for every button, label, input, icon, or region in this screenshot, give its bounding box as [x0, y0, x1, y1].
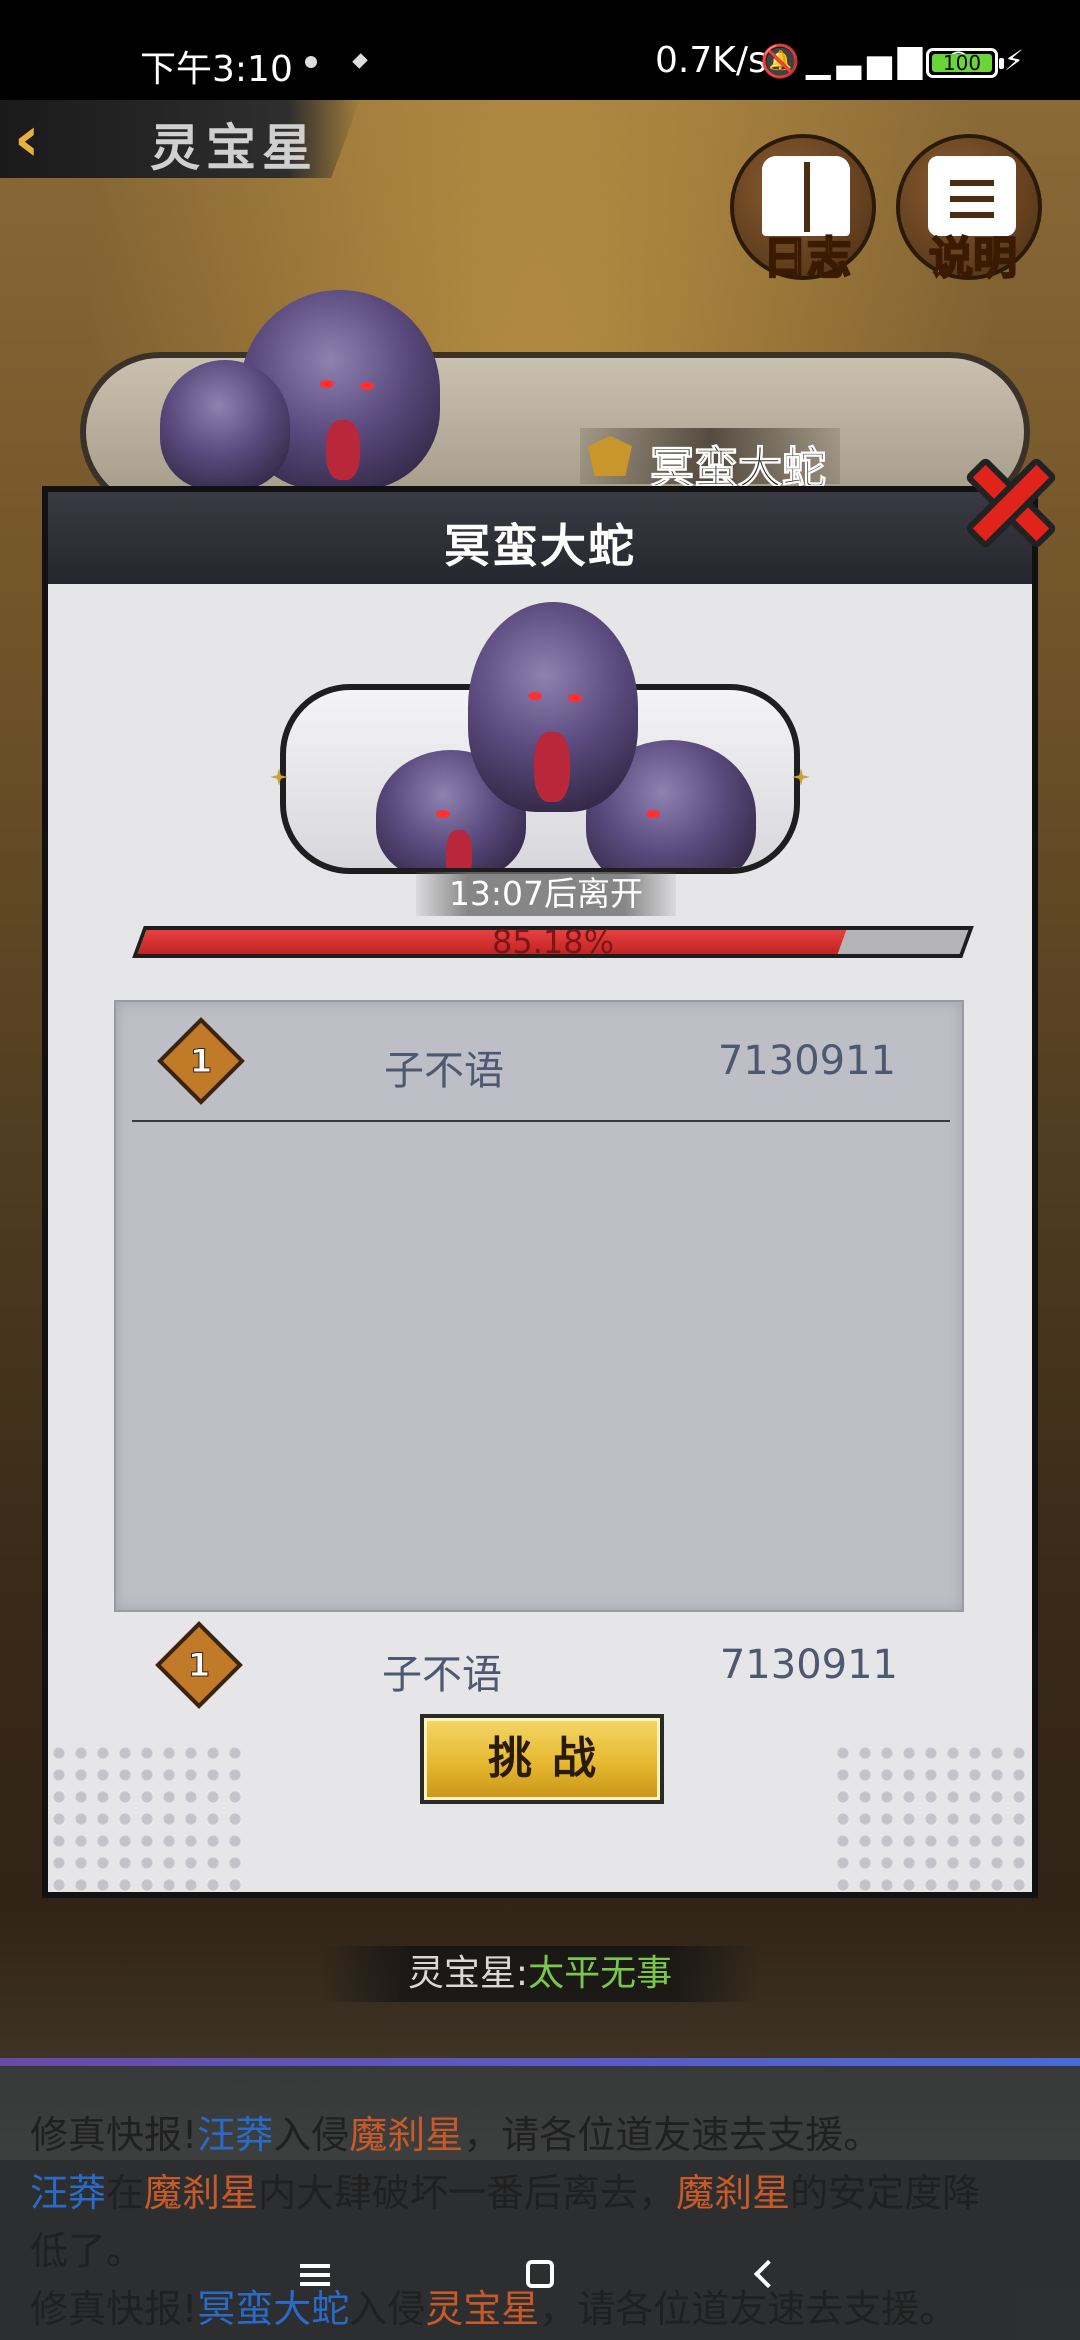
news-player-name: 汪莽: [30, 2171, 107, 2215]
serpent-head-center: [468, 602, 638, 812]
boss-modal: 冥蛮大蛇 13:07后离开 85.18% 1 子不语 7130911 1 子不语: [42, 486, 1038, 1898]
log-button[interactable]: 日志: [730, 134, 876, 285]
modal-title: 冥蛮大蛇: [444, 519, 636, 573]
close-button[interactable]: [952, 444, 1070, 562]
status-bar: 下午3:10 0.7K/s 🔕▁▃▅▇ ◠ 100 ⚡: [0, 0, 1080, 100]
rank-list[interactable]: 1 子不语 7130911: [114, 1000, 964, 1612]
recent-apps-icon[interactable]: [300, 2264, 330, 2286]
serpent-eye: [646, 810, 660, 818]
battery-level: 100: [932, 53, 992, 73]
news-planet-name: 魔刹星: [349, 2113, 464, 2157]
my-rank-number: 1: [187, 1645, 211, 1684]
planet-status-value: 太平无事: [528, 1953, 673, 1994]
challenge-button[interactable]: 挑战: [420, 1714, 664, 1804]
modal-header: 冥蛮大蛇: [48, 492, 1032, 584]
serpent-mouth: [326, 420, 360, 480]
navigation-bar: [0, 2220, 1080, 2340]
my-rank-row: 1 子不语 7130911: [114, 1606, 964, 1722]
decor-dots-right: [832, 1742, 1032, 1892]
serpent-eye: [360, 382, 374, 390]
serpent-mouth: [534, 732, 570, 802]
log-button-label: 日志: [762, 232, 852, 285]
shield-icon: [588, 436, 632, 476]
battery-icon: 100: [926, 48, 1004, 78]
boss-portrait-background-head: [160, 360, 290, 490]
news-line: 汪莽在魔刹星内大肆破坏一番后离去，魔刹星的安定度降: [30, 2162, 980, 2217]
challenge-button-label: 挑战: [488, 1733, 616, 1784]
decor-dots-left: [48, 1742, 248, 1892]
news-text: 在: [106, 2171, 145, 2215]
rank-score: 7130911: [717, 1038, 896, 1084]
serpent-eye: [528, 692, 542, 700]
news-player-name: 汪莽: [197, 2113, 274, 2157]
news-line: 修真快报!汪莽入侵魔刹星，请各位道友速去支援。: [30, 2104, 881, 2159]
charging-icon: ⚡: [1004, 44, 1024, 77]
rank-divider: [132, 1120, 950, 1122]
news-text: 的安定度降: [790, 2171, 981, 2215]
rank-row: 1 子不语 7130911: [116, 1002, 962, 1118]
hp-percent: 85.18%: [491, 923, 614, 961]
news-text: ，请各位道友速去支援。: [463, 2113, 882, 2157]
network-speed: 0.7K/s: [655, 40, 767, 81]
serpent-eye: [568, 694, 582, 702]
notification-icon: [305, 56, 317, 68]
news-text: 内大肆破坏一番后离去，: [258, 2171, 677, 2215]
news-planet-name: 魔刹星: [676, 2171, 791, 2215]
back-icon[interactable]: [753, 2259, 783, 2289]
my-rank-score: 7130911: [719, 1642, 898, 1688]
planet-status: 灵宝星:太平无事: [320, 1946, 760, 2002]
serpent-eye: [320, 380, 334, 388]
help-button-label: 说明: [928, 232, 1018, 285]
news-text: 入侵: [273, 2113, 350, 2157]
serpent-mouth: [446, 830, 472, 868]
home-icon[interactable]: [526, 2260, 554, 2288]
news-planet-name: 魔刹星: [144, 2171, 259, 2215]
timer-plate: 13:07后离开: [416, 872, 676, 916]
rank-medal-icon: 1: [155, 1621, 243, 1709]
my-rank-name: 子不语: [382, 1652, 502, 1698]
planet-title: 灵宝星: [150, 119, 318, 177]
help-button[interactable]: 说明: [896, 134, 1042, 285]
back-arrow-icon[interactable]: ‹: [14, 104, 74, 174]
notification-icon-2: [352, 53, 368, 69]
rank-medal-icon: 1: [157, 1017, 245, 1105]
news-text: 修真快报!: [30, 2113, 198, 2157]
status-time: 下午3:10: [140, 49, 293, 90]
timer-text: 13:07后离开: [448, 874, 644, 913]
rank-player-name: 子不语: [384, 1048, 504, 1094]
rank-number: 1: [189, 1041, 213, 1080]
serpent-eye: [436, 810, 450, 818]
planet-status-label: 灵宝星:: [407, 1953, 529, 1994]
boss-name-plate: 冥蛮大蛇: [580, 428, 840, 495]
